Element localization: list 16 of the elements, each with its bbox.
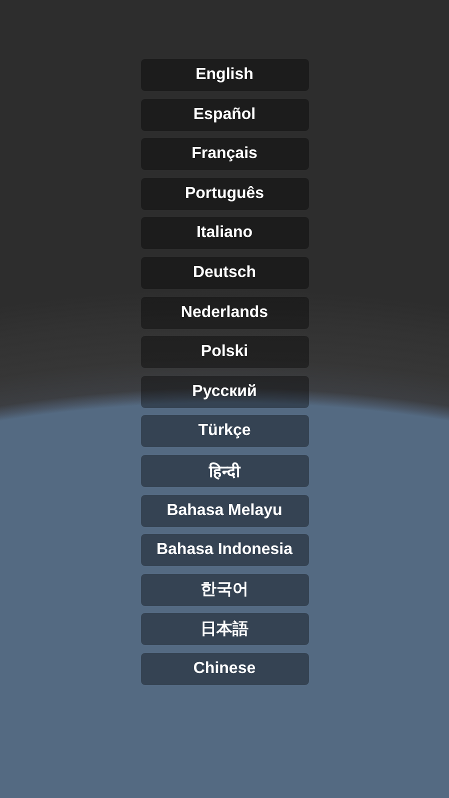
language-button[interactable]: Deutsch xyxy=(140,256,308,289)
language-button[interactable]: Türkçe xyxy=(140,415,308,448)
language-button[interactable]: Bahasa Indonesia xyxy=(140,534,308,566)
language-button[interactable]: 日本語 xyxy=(140,613,308,646)
language-button[interactable]: Bahasa Melayu xyxy=(140,494,308,527)
language-button[interactable]: Français xyxy=(140,138,308,170)
language-button[interactable]: Español xyxy=(140,98,308,131)
language-button[interactable]: Polski xyxy=(140,336,308,368)
language-button[interactable]: Português xyxy=(140,178,308,210)
language-button[interactable]: Русский xyxy=(140,376,308,408)
language-button[interactable]: 한국어 xyxy=(140,574,308,606)
language-button[interactable]: हिन्दी xyxy=(140,454,308,487)
language-button[interactable]: English xyxy=(140,59,308,91)
language-button[interactable]: Italiano xyxy=(140,217,308,250)
language-button[interactable]: Chinese xyxy=(140,652,308,685)
language-button[interactable]: Nederlands xyxy=(140,296,308,329)
